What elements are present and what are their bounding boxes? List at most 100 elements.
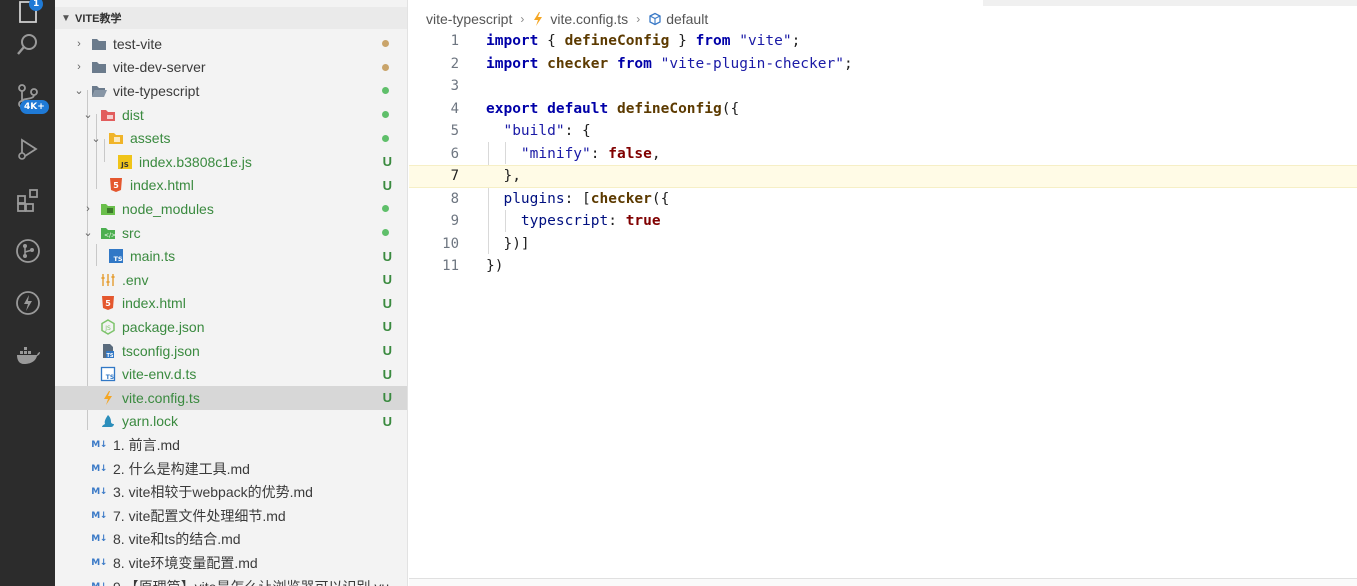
- markdown-file-icon: M↓: [91, 463, 107, 474]
- svg-text:5: 5: [105, 299, 111, 308]
- markdown-file-icon: M↓: [91, 534, 107, 545]
- tree-item-label: node_modules: [122, 200, 214, 217]
- tree-file-md[interactable]: M↓ 1. 前言.md: [55, 433, 407, 457]
- tree-folder-dist[interactable]: ⌄ dist: [55, 103, 407, 127]
- tree-item-label: 2. 什么是构建工具.md: [113, 460, 250, 477]
- tree-folder-test-vite[interactable]: › test-vite: [55, 32, 407, 56]
- folder-icon: [91, 59, 107, 75]
- breadcrumb-file[interactable]: vite.config.ts: [550, 11, 628, 27]
- untracked-badge: U: [382, 177, 392, 193]
- code-text: export default defineConfig({: [486, 100, 740, 117]
- tree-file-md[interactable]: M↓ 7. vite配置文件处理细节.md: [55, 504, 407, 528]
- tree-file-md[interactable]: M↓ 8. vite和ts的结合.md: [55, 528, 407, 552]
- tree-item-label: test-vite: [113, 35, 163, 52]
- line-number: 3: [450, 78, 459, 95]
- chevron-right-icon: ›: [77, 61, 81, 74]
- untracked-dot: [382, 134, 389, 142]
- chevron-down-icon: ▼: [61, 12, 71, 24]
- untracked-dot: [382, 229, 389, 237]
- tree-folder-vite-dev-server[interactable]: › vite-dev-server: [55, 56, 407, 80]
- docker-icon[interactable]: [14, 341, 42, 369]
- code-line: 8 plugins: [checker({: [409, 188, 1357, 211]
- search-icon[interactable]: [14, 31, 42, 59]
- tree-file-index-html[interactable]: 5 index.html U: [55, 292, 407, 316]
- code-line: 10 })]: [409, 233, 1357, 256]
- svg-text:TS: TS: [106, 374, 114, 381]
- untracked-badge: U: [382, 248, 392, 264]
- code-line: 11 }): [409, 255, 1357, 278]
- code-text: import checker from "vite-plugin-checker…: [486, 55, 853, 72]
- breadcrumb: vite-typescript › vite.config.ts › defau…: [426, 10, 708, 28]
- breadcrumb-symbol[interactable]: default: [666, 11, 708, 27]
- tree-file-index-js[interactable]: JS index.b3808c1e.js U: [55, 150, 407, 174]
- explorer-section-header[interactable]: ▼ VITE教学: [55, 7, 407, 29]
- untracked-badge: U: [382, 319, 392, 335]
- extensions-icon[interactable]: [14, 186, 42, 214]
- untracked-dot: [382, 111, 389, 119]
- tree-folder-node-modules[interactable]: › node_modules: [55, 197, 407, 221]
- svg-text:JS: JS: [104, 325, 111, 332]
- untracked-badge: U: [382, 413, 392, 429]
- line-number: 11: [442, 258, 459, 275]
- vite-file-icon: [532, 12, 544, 26]
- modified-dot: [382, 63, 389, 71]
- git-graph-icon[interactable]: [14, 237, 42, 265]
- code-line: 9 typescript: true: [409, 210, 1357, 233]
- html-file-icon: 5: [100, 295, 116, 311]
- run-debug-icon[interactable]: [14, 135, 42, 163]
- untracked-badge: U: [382, 272, 392, 288]
- tree-file-md[interactable]: M↓ 3. vite相较于webpack的优势.md: [55, 480, 407, 504]
- tree-file-md[interactable]: M↓ 8. vite环境变量配置.md: [55, 551, 407, 575]
- chevron-right-icon: ›: [520, 12, 525, 26]
- chevron-right-icon: ›: [77, 37, 81, 50]
- untracked-badge: U: [382, 154, 392, 170]
- tree-item-label: 1. 前言.md: [113, 436, 180, 453]
- thunder-icon[interactable]: [14, 289, 42, 317]
- code-text: "build": {: [503, 123, 591, 140]
- typescript-definition-file-icon: TS: [100, 366, 116, 382]
- html-file-icon: 5: [108, 177, 124, 193]
- code-text: })]: [503, 235, 530, 252]
- untracked-badge: U: [382, 343, 392, 359]
- tree-file-yarn-lock[interactable]: yarn.lock U: [55, 410, 407, 434]
- tree-file-vite-env-d-ts[interactable]: TS vite-env.d.ts U: [55, 362, 407, 386]
- tree-file-md[interactable]: M↓ 2. 什么是构建工具.md: [55, 457, 407, 481]
- tree-file-vite-config-ts[interactable]: vite.config.ts U: [55, 386, 407, 410]
- tree-folder-src[interactable]: ⌄ </> src: [55, 221, 407, 245]
- tree-item-label: 8. vite环境变量配置.md: [113, 554, 258, 571]
- symbol-variable-icon: [648, 12, 662, 26]
- tree-file-package-json[interactable]: JS package.json U: [55, 315, 407, 339]
- markdown-file-icon: M↓: [91, 439, 107, 450]
- tree-item-label: 3. vite相较于webpack的优势.md: [113, 484, 313, 501]
- tree-file-env[interactable]: .env U: [55, 268, 407, 292]
- line-number: 5: [450, 123, 459, 140]
- tree-item-label: index.html: [130, 177, 194, 194]
- tree-item-label: yarn.lock: [122, 413, 179, 430]
- nodejs-file-icon: JS: [100, 319, 116, 335]
- typescript-file-icon: TS: [108, 248, 124, 264]
- modified-dot: [382, 40, 389, 48]
- env-file-icon: [100, 272, 116, 288]
- chevron-right-icon: ›: [636, 12, 641, 26]
- tree-file-md[interactable]: M↓ 9.【原理篇】vite是怎么让浏览器可以识别.vu: [55, 575, 407, 586]
- folder-open-icon: [91, 83, 107, 99]
- panel-border: [409, 578, 1357, 586]
- tree-file-tsconfig-json[interactable]: TS tsconfig.json U: [55, 339, 407, 363]
- breadcrumb-folder[interactable]: vite-typescript: [426, 11, 512, 27]
- source-control-badge: 4K+: [20, 100, 49, 114]
- line-number: 8: [450, 190, 459, 207]
- tree-folder-assets[interactable]: ⌄ assets: [55, 126, 407, 150]
- markdown-file-icon: M↓: [91, 579, 107, 586]
- tree-file-dist-index-html[interactable]: 5 index.html U: [55, 174, 407, 198]
- folder-dist-icon: [100, 107, 116, 123]
- chevron-down-icon: ⌄: [83, 227, 93, 240]
- tree-item-label: vite-dev-server: [113, 59, 206, 76]
- tree-item-label: index.html: [122, 295, 186, 312]
- javascript-file-icon: JS: [117, 154, 133, 170]
- tree-item-label: assets: [130, 130, 171, 147]
- tree-item-label: 8. vite和ts的结合.md: [113, 531, 241, 548]
- tree-folder-vite-typescript[interactable]: ⌄ vite-typescript: [55, 79, 407, 103]
- tree-file-main-ts[interactable]: TS main.ts U: [55, 244, 407, 268]
- tree-item-label: index.b3808c1e.js: [139, 153, 252, 170]
- tab-strip-empty: [983, 0, 1357, 6]
